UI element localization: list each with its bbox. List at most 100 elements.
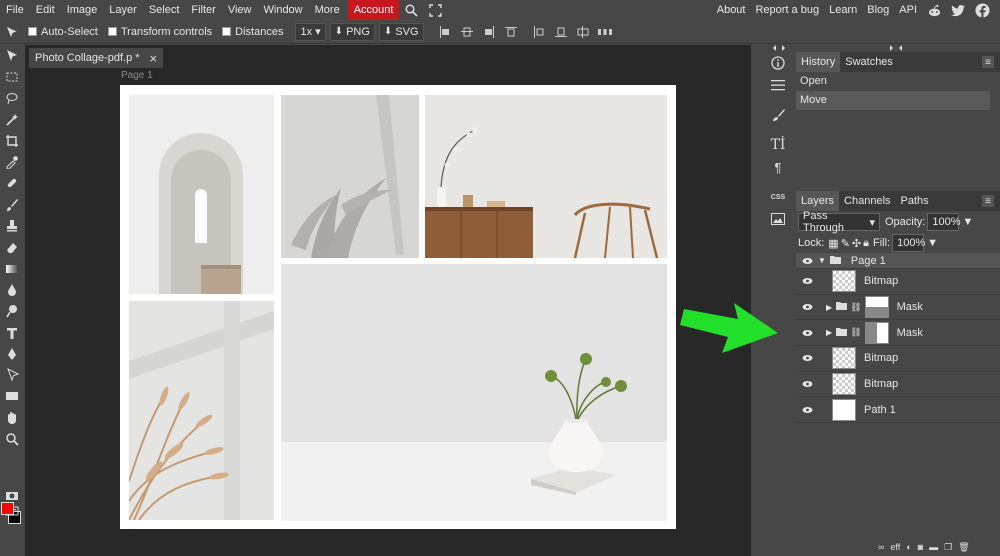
type-tool-icon[interactable] <box>0 322 24 343</box>
blur-tool-icon[interactable] <box>0 279 24 300</box>
visibility-eye-icon[interactable] <box>798 380 816 388</box>
interior-cabinet-photo[interactable] <box>425 95 667 258</box>
opacity-input[interactable]: 100% <box>927 213 961 231</box>
expand-arrow-icon[interactable]: ▶ <box>826 328 832 337</box>
layer-row[interactable]: Bitmap <box>796 346 1000 372</box>
expand-arrows-icon[interactable] <box>890 45 902 51</box>
add-mask-icon[interactable]: ◙ <box>918 542 923 552</box>
move-tool-indicator-icon[interactable] <box>2 22 22 42</box>
eraser-tool-icon[interactable] <box>0 237 24 258</box>
lock-transparency-icon[interactable]: ▦ <box>828 237 838 250</box>
lock-position-icon[interactable]: ✣ <box>852 237 861 250</box>
tab-channels[interactable]: Channels <box>839 191 895 211</box>
layer-row[interactable]: Path 1 <box>796 397 1000 424</box>
lasso-tool-icon[interactable] <box>0 88 24 109</box>
visibility-eye-icon[interactable] <box>798 303 816 311</box>
export-png-button[interactable]: ⬇ PNG <box>329 22 375 41</box>
dried-grass-photo[interactable] <box>129 301 274 520</box>
visibility-eye-icon[interactable] <box>798 354 816 362</box>
lock-pixels-icon[interactable]: ✎ <box>841 237 850 250</box>
layer-row[interactable]: ▶ ⛓ Mask <box>796 320 1000 347</box>
fill-dropdown-icon[interactable]: ▼ <box>927 237 938 249</box>
export-svg-button[interactable]: ⬇ SVG <box>378 22 424 41</box>
path-select-tool-icon[interactable] <box>0 364 24 385</box>
close-tab-icon[interactable]: × <box>150 51 158 66</box>
visibility-eye-icon[interactable] <box>798 277 816 285</box>
fullscreen-icon[interactable] <box>427 2 443 18</box>
css-icon[interactable]: CSS <box>764 186 792 208</box>
twitter-icon[interactable] <box>949 1 967 19</box>
align-left-icon[interactable] <box>438 25 452 39</box>
facebook-icon[interactable] <box>973 1 991 19</box>
menu-select[interactable]: Select <box>143 0 186 20</box>
expand-arrow-icon[interactable]: ▶ <box>826 303 832 312</box>
lock-all-icon[interactable]: 🔒︎ <box>863 237 869 250</box>
menu-window[interactable]: Window <box>258 0 309 20</box>
fill-input[interactable]: 100% <box>892 234 925 252</box>
rectangle-tool-icon[interactable] <box>0 386 24 407</box>
vase-photo[interactable] <box>281 264 667 521</box>
menu-layer[interactable]: Layer <box>103 0 143 20</box>
foreground-color-swatch[interactable] <box>1 502 14 515</box>
history-entry[interactable]: Open <box>796 72 1000 91</box>
new-folder-icon[interactable]: ▬ <box>929 542 938 552</box>
auto-select-box[interactable] <box>28 27 37 36</box>
info-icon[interactable] <box>764 52 792 74</box>
align-bottom-icon[interactable] <box>554 25 568 39</box>
link-blog[interactable]: Blog <box>862 0 894 20</box>
auto-select-checkbox[interactable]: Auto-Select <box>28 26 98 38</box>
arch-photo[interactable] <box>129 95 274 294</box>
pen-tool-icon[interactable] <box>0 343 24 364</box>
menu-image[interactable]: Image <box>61 0 104 20</box>
image-icon[interactable] <box>764 208 792 230</box>
adjustments-icon[interactable] <box>764 74 792 96</box>
transform-controls-box[interactable] <box>107 27 117 36</box>
history-entry-selected[interactable]: Move <box>796 91 990 110</box>
link-learn[interactable]: Learn <box>824 0 862 20</box>
panel-menu-icon[interactable]: ≡ <box>982 56 994 68</box>
eyedropper-tool-icon[interactable] <box>0 151 24 172</box>
layer-effects-icon[interactable]: eff <box>890 542 900 552</box>
layer-row[interactable]: Bitmap <box>796 269 1000 295</box>
brush-tool-icon[interactable] <box>0 194 24 215</box>
hand-tool-icon[interactable] <box>0 407 24 428</box>
tab-history[interactable]: History <box>796 52 841 72</box>
menu-file[interactable]: File <box>0 0 30 20</box>
dodge-tool-icon[interactable] <box>0 301 24 322</box>
visibility-eye-icon[interactable] <box>798 406 816 414</box>
align-middle-v-icon[interactable] <box>532 25 546 39</box>
align-center-h-icon[interactable] <box>460 25 474 39</box>
link-layers-icon[interactable]: ∞ <box>878 542 884 552</box>
panel-menu-icon[interactable]: ≡ <box>982 195 994 207</box>
brush-settings-icon[interactable] <box>764 104 792 126</box>
group-expand-icon[interactable]: ▼ <box>818 256 826 265</box>
visibility-eye-icon[interactable] <box>798 329 816 337</box>
account-button[interactable]: Account <box>347 0 400 20</box>
blend-mode-select[interactable]: Pass Through ▾ <box>798 210 880 234</box>
opacity-dropdown-icon[interactable]: ▼ <box>962 216 973 228</box>
menu-view[interactable]: View <box>222 0 258 20</box>
clone-stamp-tool-icon[interactable] <box>0 215 24 236</box>
tab-swatches[interactable]: Swatches <box>840 52 898 72</box>
gradient-tool-icon[interactable] <box>0 258 24 279</box>
character-icon[interactable]: Tİ <box>764 134 792 156</box>
collage-canvas[interactable] <box>120 85 676 529</box>
menu-filter[interactable]: Filter <box>185 0 221 20</box>
scale-select[interactable]: 1x ▾ <box>295 22 326 41</box>
tab-paths[interactable]: Paths <box>896 191 934 211</box>
paragraph-icon[interactable]: ¶ <box>764 156 792 178</box>
move-tool-icon[interactable] <box>0 45 24 66</box>
link-api[interactable]: API <box>894 0 922 20</box>
document-area[interactable]: Photo Collage-pdf.p * × Page 1 <box>25 45 751 556</box>
document-tab[interactable]: Photo Collage-pdf.p * × <box>29 48 164 68</box>
healing-brush-tool-icon[interactable] <box>0 173 24 194</box>
align-top-icon[interactable] <box>504 25 518 39</box>
distribute-spacing-icon[interactable] <box>597 25 612 39</box>
tab-layers[interactable]: Layers <box>796 191 840 211</box>
visibility-eye-icon[interactable] <box>798 257 816 265</box>
marquee-tool-icon[interactable] <box>0 66 24 87</box>
search-icon[interactable] <box>403 2 419 18</box>
distances-checkbox[interactable]: Distances <box>222 26 283 38</box>
new-layer-icon[interactable]: ❐ <box>944 542 952 553</box>
align-right-icon[interactable] <box>482 25 496 39</box>
